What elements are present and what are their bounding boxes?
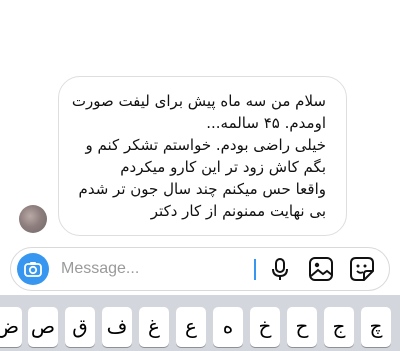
keyboard-key[interactable]: ه — [213, 307, 243, 347]
gallery-icon — [309, 257, 333, 281]
message-line: اومدم. ۴۵ سالمه... — [206, 114, 326, 132]
camera-icon — [24, 262, 42, 277]
keyboard-key[interactable]: ع — [176, 307, 206, 347]
keyboard-key[interactable]: غ — [139, 307, 169, 347]
message-line: خیلی راضی بودم. خواستم تشکر کنم و — [85, 136, 326, 154]
camera-button[interactable] — [17, 253, 49, 285]
keyboard: ض ص ق ف غ ع ه خ ح ج چ — [0, 295, 400, 351]
message-line: بی نهایت ممنونم از کار دکتر — [150, 202, 326, 220]
keyboard-key[interactable]: ف — [102, 307, 132, 347]
keyboard-key[interactable]: چ — [361, 307, 391, 347]
keyboard-key[interactable]: ض — [0, 307, 22, 347]
message-input[interactable] — [61, 258, 246, 280]
message-line: بگم کاش زود تر این کارو میکردم — [120, 158, 326, 176]
message-bubble[interactable]: سلام من سه ماه پیش برای لیفت صورت اومدم.… — [58, 76, 347, 236]
text-cursor — [254, 259, 256, 280]
message-line: واقعا حس میکنم چند سال جون تر شدم — [78, 180, 326, 198]
chat-area: سلام من سه ماه پیش برای لیفت صورت اومدم.… — [0, 0, 400, 242]
keyboard-key[interactable]: خ — [250, 307, 280, 347]
message-line: سلام من سه ماه پیش برای لیفت صورت — [71, 92, 326, 110]
sticker-icon — [350, 257, 374, 281]
keyboard-key[interactable]: ق — [65, 307, 95, 347]
keyboard-key[interactable]: ج — [324, 307, 354, 347]
keyboard-key[interactable]: ص — [28, 307, 58, 347]
gallery-button[interactable] — [307, 255, 335, 283]
microphone-icon — [272, 258, 288, 280]
message-composer — [10, 247, 390, 291]
sticker-button[interactable] — [348, 255, 376, 283]
microphone-button[interactable] — [266, 255, 294, 283]
keyboard-key[interactable]: ح — [287, 307, 317, 347]
avatar[interactable] — [19, 205, 47, 233]
